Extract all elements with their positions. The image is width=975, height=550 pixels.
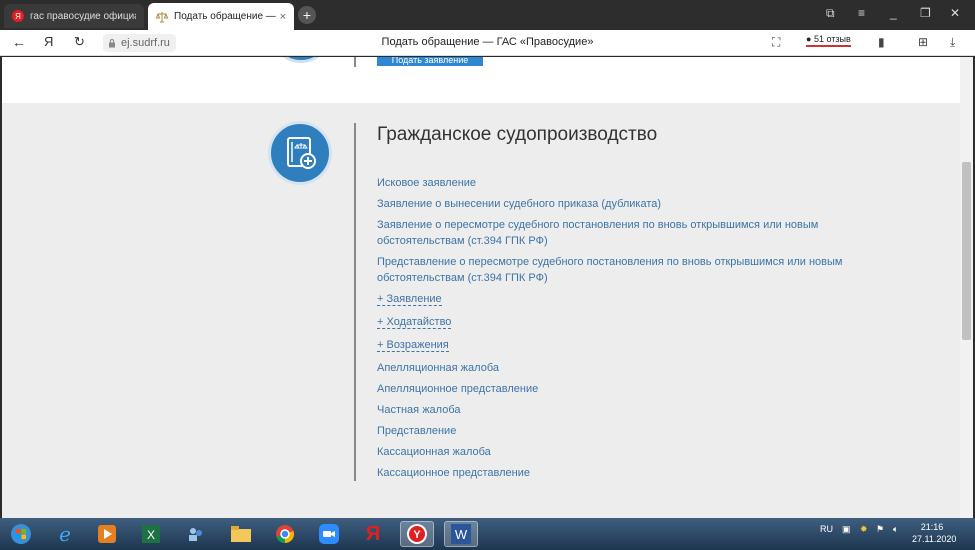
toggle-label: + Ходатайство xyxy=(377,316,452,329)
svg-text:X: X xyxy=(147,528,155,542)
taskbar-media-player[interactable] xyxy=(90,521,124,547)
language-indicator[interactable]: RU xyxy=(820,524,833,534)
users-icon xyxy=(189,528,202,541)
reviews-badge[interactable]: ● 51 отзыв xyxy=(806,34,851,47)
civil-procedure-icon xyxy=(268,121,332,185)
link-court-order[interactable]: Заявление о вынесении судебного приказа … xyxy=(377,196,867,212)
tray-app-icon[interactable]: ▣ xyxy=(842,524,851,535)
excel-icon: X xyxy=(142,525,160,543)
toggle-label: + Заявление xyxy=(377,293,442,306)
bookmark-icon[interactable]: ▮ xyxy=(878,35,885,49)
address-bar: ← Я ↻ ej.sudrf.ru Подать обращение — ГАС… xyxy=(0,30,975,56)
section-divider xyxy=(354,123,356,481)
yandex-home-button[interactable]: Я xyxy=(44,34,53,49)
browser-window: Я гас правосудие официаль Подать обращен… xyxy=(0,0,975,550)
download-icon[interactable]: ⤓ xyxy=(950,35,955,50)
close-tab-icon[interactable]: × xyxy=(280,11,286,23)
document-scales-add-icon xyxy=(287,137,316,169)
link-private-complaint[interactable]: Частная жалоба xyxy=(377,402,867,418)
tab-search[interactable]: Я гас правосудие официаль xyxy=(4,4,144,28)
yandex-icon: Я xyxy=(365,522,381,545)
tab-strip: Я гас правосудие официаль Подать обращен… xyxy=(0,0,975,30)
scrollbar-thumb[interactable] xyxy=(962,162,971,340)
svg-text:W: W xyxy=(455,527,468,542)
lock-icon xyxy=(109,39,115,48)
reload-icon[interactable]: ↻ xyxy=(74,34,85,50)
svg-text:Я: Я xyxy=(15,12,21,21)
yandex-browser-icon: Y xyxy=(407,524,427,544)
clock-time: 21:16 xyxy=(920,522,944,532)
clock-date: 27.11.2020 xyxy=(912,534,957,544)
back-arrow-icon[interactable]: ← xyxy=(12,34,26,50)
collections-icon[interactable]: ⊞ xyxy=(918,35,928,49)
toggle-statement[interactable]: + Заявление xyxy=(377,291,867,307)
folder-icon xyxy=(231,526,251,542)
media-player-icon xyxy=(98,525,116,543)
system-clock[interactable]: 21:16 27.11.2020 xyxy=(912,521,957,545)
restore-icon[interactable]: ❐ xyxy=(920,6,931,20)
link-appeal-presentation[interactable]: Апелляционное представление xyxy=(377,381,867,397)
taskbar-app[interactable] xyxy=(178,521,212,547)
taskbar-explorer[interactable] xyxy=(224,521,258,547)
tab-title: гас правосудие официаль xyxy=(30,10,136,22)
toggle-petition[interactable]: + Ходатайство xyxy=(377,314,867,330)
new-tab-button[interactable]: + xyxy=(298,6,316,24)
link-presentation[interactable]: Представление xyxy=(377,423,867,439)
link-claim[interactable]: Исковое заявление xyxy=(377,175,867,191)
section-divider xyxy=(354,57,356,67)
taskbar-yandex[interactable]: Я xyxy=(356,521,390,547)
section-title: Гражданское судопроизводство xyxy=(377,124,658,145)
scales-tab-icon xyxy=(156,11,168,22)
word-icon: W xyxy=(451,524,471,544)
url-field[interactable]: ej.sudrf.ru xyxy=(103,34,176,52)
yandex-tab-icon: Я xyxy=(12,10,24,22)
page-content: Подать заявление Гражданское судопроизво… xyxy=(2,57,960,518)
volume-icon[interactable]: 🔈︎ xyxy=(893,524,898,535)
tab-title: Подать обращение — ГАС «Пр xyxy=(174,11,276,22)
taskbar: e X Я Y W RU ▣ ✸ ⚑ 🔈︎ 21:16 27.11.2020 xyxy=(0,518,975,550)
toggle-objections[interactable]: + Возражения xyxy=(377,337,867,353)
windows-start-icon xyxy=(11,524,31,544)
taskbar-yandex-browser[interactable]: Y xyxy=(400,521,434,547)
zoom-icon xyxy=(319,524,339,544)
translate-icon[interactable]: ⛶ xyxy=(772,35,780,50)
ie-icon: e xyxy=(59,522,71,546)
svg-text:Y: Y xyxy=(413,529,421,541)
toggle-label: + Возражения xyxy=(377,339,449,352)
action-center-flag-icon[interactable]: ⚑ xyxy=(876,524,884,535)
submit-application-button[interactable]: Подать заявление xyxy=(377,57,483,66)
link-appeal[interactable]: Апелляционная жалоба xyxy=(377,360,867,376)
link-cassation-presentation[interactable]: Кассационное представление xyxy=(377,465,867,481)
taskbar-zoom[interactable] xyxy=(312,521,346,547)
minimize-icon[interactable]: _ xyxy=(890,6,897,20)
reviews-count: 51 отзыв xyxy=(813,34,851,44)
link-review-presentation[interactable]: Представление о пересмотре судебного пос… xyxy=(377,254,867,286)
tray-star-icon[interactable]: ✸ xyxy=(860,524,868,535)
taskbar-ie[interactable]: e xyxy=(48,521,82,547)
link-review-application[interactable]: Заявление о пересмотре судебного постано… xyxy=(377,217,867,249)
application-links-list: Исковое заявление Заявление о вынесении … xyxy=(377,175,867,486)
taskbar-chrome[interactable] xyxy=(268,521,302,547)
tab-active[interactable]: Подать обращение — ГАС «Пр × xyxy=(148,3,294,30)
menu-icon[interactable]: ≡ xyxy=(858,6,865,20)
taskbar-excel[interactable]: X xyxy=(134,521,168,547)
link-cassation-appeal[interactable]: Кассационная жалоба xyxy=(377,444,867,460)
tabs-manager-icon[interactable]: ⧉ xyxy=(826,6,835,21)
close-window-icon[interactable]: ✕ xyxy=(950,6,960,20)
taskbar-word[interactable]: W xyxy=(444,521,478,547)
start-button[interactable] xyxy=(4,521,38,547)
url-text: ej.sudrf.ru xyxy=(121,37,170,49)
comment-icon: ● xyxy=(806,34,812,44)
chrome-icon xyxy=(276,525,295,543)
